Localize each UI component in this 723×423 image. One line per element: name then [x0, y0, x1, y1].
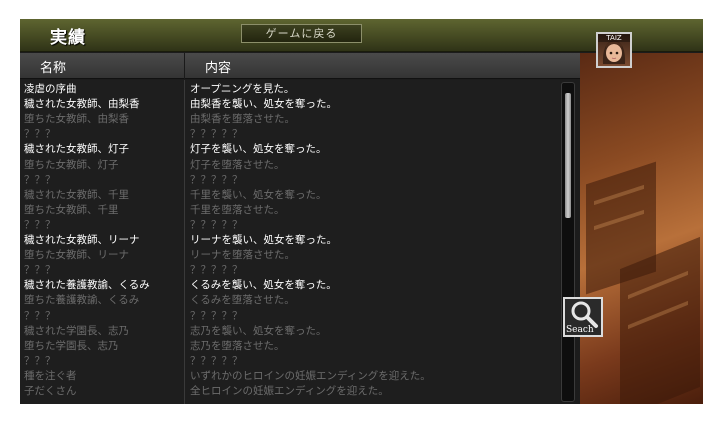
achievement-name: 凌虐の序曲 [24, 83, 77, 95]
achievement-description: 千里を襲い、処女を奪った。 [190, 188, 327, 201]
achievement-name: 穢された学園長、志乃 [24, 324, 129, 337]
achievement-name: 堕ちた女教師、リーナ [24, 249, 129, 262]
achievement-description: ？？？？？ [190, 218, 243, 231]
achievement-name: 穢された養護教諭、くるみ [24, 279, 150, 292]
achievement-row: 穢された女教師、由梨香 由梨香を襲い、処女を奪った。 [20, 97, 560, 112]
achievement-row: 穢された学園長、志乃 志乃を襲い、処女を奪った。 [20, 324, 560, 339]
back-to-game-button[interactable]: ゲームに戻る [241, 24, 362, 43]
achievement-description: 全ヒロインの妊娠エンディングを迎えた。 [190, 385, 389, 397]
background-artwork [580, 53, 703, 404]
achievement-description: 志乃を堕落させた。 [190, 339, 285, 352]
achievement-row: ？？？？？？？？ [20, 309, 560, 324]
page-title: 実績 [50, 28, 86, 48]
achievement-description: リーナを襲い、処女を奪った。 [190, 234, 337, 246]
achievement-row: 堕ちた女教師、千里 千里を堕落させた。 [20, 203, 560, 218]
achievement-name: 子だくさん [24, 385, 77, 397]
achievement-name: 堕ちた女教師、由梨香 [24, 113, 129, 126]
achievement-description: ？？？？？ [190, 309, 243, 322]
achievement-name: 堕ちた養護教諭、くるみ [24, 294, 140, 307]
achievement-row: ？？？？？？？？ [20, 173, 560, 188]
search-label: Seach [566, 325, 594, 335]
achievement-row: 子だくさん 全ヒロインの妊娠エンディングを迎えた。 [20, 384, 560, 399]
achievement-name: ？？？ [24, 264, 56, 277]
achievement-row: 堕ちた女教師、リーナ リーナを堕落させた。 [20, 248, 560, 263]
character-portrait[interactable]: TAIZ [596, 32, 632, 68]
achievement-description: 志乃を襲い、処女を奪った。 [190, 324, 327, 337]
scrollbar[interactable] [561, 82, 575, 402]
achievement-description: いずれかのヒロインの妊娠エンディングを迎えた。 [190, 369, 431, 382]
list-divider [184, 80, 185, 404]
column-header-content: 内容 [205, 61, 232, 76]
achievement-name: 堕ちた学園長、志乃 [24, 339, 119, 352]
achievement-row: ？？？？？？？？ [20, 127, 560, 142]
column-header-row: 名称 内容 [20, 53, 580, 79]
portrait-label: TAIZ [598, 34, 630, 42]
achievement-row: ？？？？？？？？ [20, 263, 560, 278]
achievement-row: 堕ちた養護教諭、くるみ くるみを堕落させた。 [20, 293, 560, 308]
achievements-window: 実績 ゲームに戻る 名称 内容 凌虐の序曲 オープニングを見た。穢された女教師、由… [20, 19, 703, 404]
achievement-description: ？？？？？ [190, 354, 243, 367]
achievement-name: 種を注ぐ者 [24, 369, 77, 382]
achievement-row: 穢された女教師、リーナ リーナを襲い、処女を奪った。 [20, 233, 560, 248]
achievement-description: ？？？？？ [190, 173, 243, 186]
achievement-name: 穢された女教師、由梨香 [24, 98, 140, 111]
achievement-description: オープニングを見た。 [190, 83, 295, 95]
achievement-row: 穢された女教師、灯子 灯子を襲い、処女を奪った。 [20, 142, 560, 157]
achievement-description: リーナを堕落させた。 [190, 249, 295, 262]
achievement-description: 由梨香を襲い、処女を奪った。 [190, 98, 337, 111]
achievement-description: 千里を堕落させた。 [190, 203, 285, 216]
achievement-name: 堕ちた女教師、千里 [24, 203, 119, 216]
achievement-row: 凌虐の序曲 オープニングを見た。 [20, 82, 560, 97]
achievement-description: 灯子を堕落させた。 [190, 158, 285, 171]
achievement-row: 穢された女教師、千里 千里を襲い、処女を奪った。 [20, 188, 560, 203]
achievement-row: ？？？？？？？？ [20, 218, 560, 233]
achievement-row: 堕ちた学園長、志乃 志乃を堕落させた。 [20, 339, 560, 354]
achievement-row: ？？？？？？？？ [20, 354, 560, 369]
achievement-description: くるみを堕落させた。 [190, 294, 295, 307]
achievement-name: ？？？ [24, 218, 56, 231]
achievement-name: ？？？ [24, 309, 56, 322]
achievement-name: 堕ちた女教師、灯子 [24, 158, 119, 171]
achievement-name: 穢された女教師、千里 [24, 188, 129, 201]
search-button[interactable]: Seach [563, 297, 603, 337]
achievement-name: ？？？ [24, 173, 56, 186]
achievement-row: 堕ちた女教師、灯子 灯子を堕落させた。 [20, 158, 560, 173]
achievement-name: 穢された女教師、リーナ [24, 234, 140, 246]
achievement-name: ？？？ [24, 354, 56, 367]
achievement-row: 種を注ぐ者 いずれかのヒロインの妊娠エンディングを迎えた。 [20, 369, 560, 384]
achievement-description: 由梨香を堕落させた。 [190, 113, 295, 126]
achievement-description: ？？？？？ [190, 128, 243, 141]
achievement-row: 穢された養護教諭、くるみ くるみを襲い、処女を奪った。 [20, 278, 560, 293]
achievement-description: 灯子を襲い、処女を奪った。 [190, 143, 327, 156]
achievement-list: 凌虐の序曲 オープニングを見た。穢された女教師、由梨香 由梨香を襲い、処女を奪った。… [20, 80, 560, 404]
column-header-name: 名称 [40, 61, 67, 76]
scrollbar-thumb[interactable] [565, 93, 571, 218]
achievement-description: くるみを襲い、処女を奪った。 [190, 279, 337, 292]
achievement-description: ？？？？？ [190, 264, 243, 277]
achievement-name: ？？？ [24, 128, 56, 141]
column-divider [184, 53, 185, 79]
achievement-name: 穢された女教師、灯子 [24, 143, 129, 156]
achievement-row: 堕ちた女教師、由梨香 由梨香を堕落させた。 [20, 112, 560, 127]
